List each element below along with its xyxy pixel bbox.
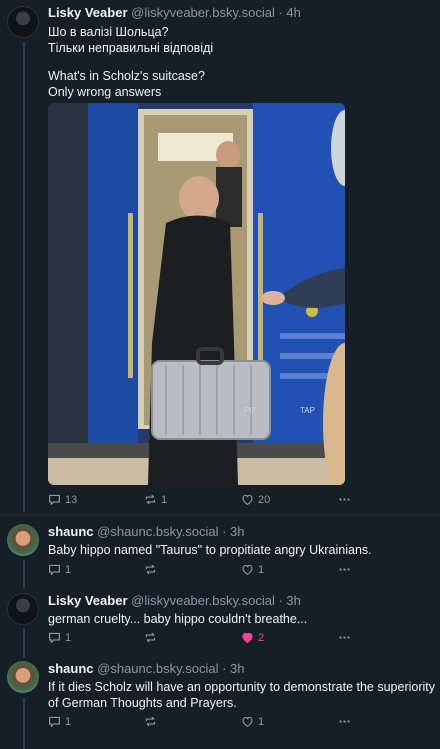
repost-button[interactable] [144, 563, 161, 576]
more-icon [339, 498, 350, 501]
post-time[interactable]: · 3h [222, 524, 244, 539]
reply-button[interactable]: 1 [48, 631, 71, 644]
reply-count: 1 [65, 715, 72, 728]
repost-button[interactable] [144, 715, 161, 728]
more-icon [339, 568, 350, 571]
author-name[interactable]: shaunc [48, 661, 94, 676]
image-text: TAP [300, 406, 315, 415]
post-actions: 1 1 [48, 715, 358, 731]
post-line: german cruelty... baby hippo couldn't br… [48, 612, 308, 626]
author-name[interactable]: shaunc [48, 524, 94, 539]
author-name[interactable]: Lisky Veaber [48, 5, 128, 20]
post-actions: 1 1 [48, 563, 358, 579]
author-handle[interactable]: @liskyveaber.bsky.social [131, 5, 275, 20]
more-button[interactable] [338, 631, 351, 644]
post-text: Шо в валізі Шольца? Тільки неправильні в… [48, 24, 433, 100]
like-count: 1 [258, 563, 265, 576]
like-button[interactable]: 1 [241, 715, 264, 728]
repost-button[interactable] [144, 631, 161, 644]
avatar[interactable] [7, 593, 39, 625]
heart-icon [242, 632, 253, 644]
like-button[interactable]: 20 [241, 493, 270, 506]
post-line: Baby hippo named "Taurus" to propitiate … [48, 543, 372, 557]
repost-icon [145, 494, 156, 505]
post-actions: 1 2 [48, 631, 358, 647]
repost-icon [145, 716, 156, 727]
repost-icon [145, 632, 156, 643]
image-text: PIT [244, 406, 257, 415]
post-time[interactable]: · 3h [222, 661, 244, 676]
reply-icon [49, 716, 60, 727]
post-header: Lisky Veaber @liskyveaber.bsky.social · … [48, 5, 301, 21]
post-text: Baby hippo named "Taurus" to propitiate … [48, 542, 433, 558]
repost-button[interactable]: 1 [144, 493, 167, 506]
post-header: Lisky Veaber @liskyveaber.bsky.social · … [48, 593, 301, 609]
post-line: Тільки неправильні відповіді [48, 41, 214, 55]
post-line: If it dies Scholz will have an opportuni… [48, 680, 436, 694]
repost-icon [145, 564, 156, 575]
reply-icon [49, 494, 60, 505]
post-line: Only wrong answers [48, 85, 162, 99]
heart-icon [242, 494, 253, 506]
post[interactable]: Lisky Veaber @liskyveaber.bsky.social · … [0, 0, 440, 512]
reply-icon [49, 632, 60, 643]
post[interactable]: Lisky Veaber @liskyveaber.bsky.social · … [0, 584, 440, 652]
like-button[interactable]: 2 [241, 631, 264, 644]
post-line: Шо в валізі Шольца? [48, 25, 169, 39]
post[interactable]: shaunc @shaunc.bsky.social · 3h Baby hip… [0, 515, 440, 583]
post-line: What's in Scholz's suitcase? [48, 69, 205, 83]
reply-count: 1 [65, 563, 72, 576]
author-name[interactable]: Lisky Veaber [48, 593, 128, 608]
post-time[interactable]: · 3h [278, 593, 300, 608]
more-icon [339, 636, 350, 639]
post-header: shaunc @shaunc.bsky.social · 3h [48, 661, 245, 677]
repost-count: 1 [161, 493, 168, 506]
more-button[interactable] [338, 715, 351, 728]
post-time[interactable]: · 4h [278, 5, 300, 20]
reply-icon [49, 564, 60, 575]
post-actions: 13 1 20 [48, 493, 358, 509]
reply-count: 1 [65, 631, 72, 644]
author-handle[interactable]: @shaunc.bsky.social [97, 661, 218, 676]
avatar[interactable] [7, 524, 39, 556]
reply-button[interactable]: 1 [48, 563, 71, 576]
like-count: 20 [258, 493, 271, 506]
post-header: shaunc @shaunc.bsky.social · 3h [48, 524, 245, 540]
train-photo: PIT TAP [48, 103, 345, 485]
post-line [48, 56, 433, 68]
more-button[interactable] [338, 563, 351, 576]
reply-count: 13 [65, 493, 78, 506]
post-text: If it dies Scholz will have an opportuni… [48, 679, 436, 711]
more-icon [339, 720, 350, 723]
post[interactable]: shaunc @shaunc.bsky.social · 3h If it di… [0, 652, 440, 749]
like-button[interactable]: 1 [241, 563, 264, 576]
post-image[interactable]: PIT TAP [48, 103, 345, 485]
reply-button[interactable]: 13 [48, 493, 77, 506]
more-button[interactable] [338, 493, 351, 506]
heart-icon [242, 564, 253, 576]
author-handle[interactable]: @shaunc.bsky.social [97, 524, 218, 539]
avatar[interactable] [7, 6, 39, 38]
heart-icon [242, 716, 253, 728]
like-count: 1 [258, 715, 265, 728]
like-count: 2 [258, 631, 265, 644]
post-line: of German Thoughts and Prayers. [48, 696, 237, 710]
avatar[interactable] [7, 661, 39, 693]
author-handle[interactable]: @liskyveaber.bsky.social [131, 593, 275, 608]
reply-button[interactable]: 1 [48, 715, 71, 728]
post-text: german cruelty... baby hippo couldn't br… [48, 611, 433, 627]
